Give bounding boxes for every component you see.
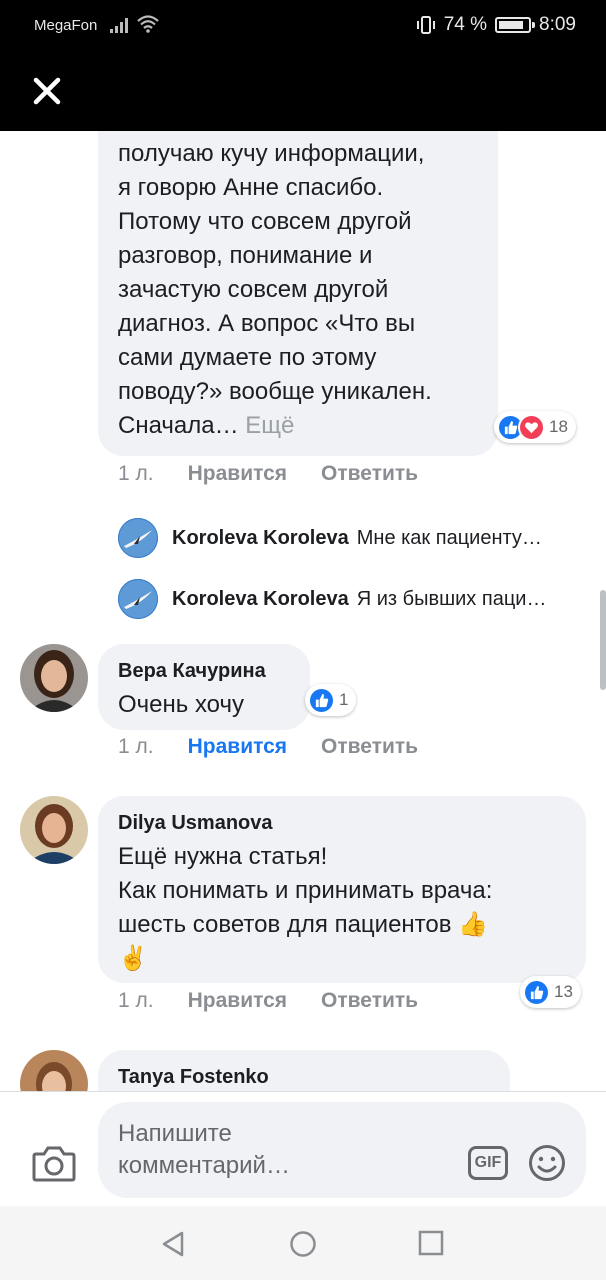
comment-bubble: Dilya Usmanova Ещё нужна статья! Как пон… (98, 796, 586, 983)
avatar (118, 518, 158, 558)
love-reaction-icon (518, 413, 545, 441)
reply-button[interactable]: Ответить (321, 735, 418, 759)
recent-apps-icon[interactable] (418, 1230, 444, 1256)
battery-icon (495, 17, 536, 33)
like-reaction-icon (523, 978, 550, 1006)
close-icon[interactable] (30, 74, 64, 108)
comment-placeholder: Напишите комментарий… (118, 1120, 290, 1179)
reply-button[interactable]: Ответить (321, 462, 418, 486)
system-nav-bar (0, 1206, 606, 1280)
reply-item[interactable]: Koroleva Koroleva Я из бывших паци… (118, 577, 578, 621)
comment-bubble: Tanya Fostenko (98, 1050, 510, 1091)
comment-text: Очень хочу (118, 691, 244, 718)
emoji-icon[interactable] (528, 1144, 566, 1182)
status-right: 74 % 8:09 (416, 14, 576, 36)
reaction-summary[interactable]: 18 (494, 411, 576, 443)
comment-author: Dilya Usmanova (118, 812, 273, 834)
reply-author: Koroleva Koroleva (172, 587, 349, 610)
comment-time: 1 л. (118, 989, 154, 1012)
status-bar: MegaFon 74 % 8:09 (0, 0, 606, 52)
reply-text: Мне как пациенту… (356, 526, 542, 549)
like-button[interactable]: Нравится (188, 735, 287, 759)
comment-bubble: получаю кучу информации, я говорю Анне с… (98, 131, 498, 456)
gif-button[interactable]: GIF (468, 1146, 508, 1180)
vibrate-icon (416, 16, 435, 34)
comment-text: Ещё нужна статья! Как понимать и принима… (118, 843, 493, 972)
avatar (118, 579, 158, 619)
reaction-summary[interactable]: 13 (520, 976, 581, 1008)
home-icon[interactable] (289, 1230, 317, 1258)
reaction-count: 18 (549, 417, 568, 436)
comment-author: Вера Качурина (118, 660, 266, 682)
comment-input[interactable]: Напишите комментарий… GIF (98, 1102, 586, 1198)
avatar[interactable] (20, 796, 88, 864)
comment-bubble: Вера Качурина Очень хочу (98, 644, 310, 730)
like-button[interactable]: Нравится (188, 462, 287, 486)
reply-text: Я из бывших паци… (356, 587, 547, 610)
wifi-icon (137, 15, 159, 33)
signal-icon (110, 18, 128, 33)
see-more-link[interactable]: Ещё (245, 412, 294, 439)
reaction-count: 13 (554, 982, 573, 1001)
comment-actions: 1 л. Нравится Ответить (118, 462, 418, 486)
scrollbar[interactable] (600, 590, 606, 690)
comment-actions: 1 л. Нравится Ответить (118, 735, 418, 759)
comment-time: 1 л. (118, 462, 154, 485)
comment-text: получаю кучу информации, я говорю Анне с… (118, 140, 432, 439)
like-reaction-icon (308, 686, 335, 714)
comment-actions: 1 л. Нравится Ответить (118, 989, 418, 1013)
reaction-summary[interactable]: 1 (305, 684, 357, 716)
carrier-name: MegaFon (34, 17, 98, 34)
comment-author: Tanya Fostenko (118, 1066, 269, 1088)
like-button[interactable]: Нравится (188, 989, 287, 1013)
camera-icon[interactable] (32, 1144, 76, 1182)
comment-composer: Напишите комментарий… GIF (0, 1091, 606, 1206)
avatar[interactable] (20, 1050, 88, 1091)
comment-time: 1 л. (118, 735, 154, 758)
reply-item[interactable]: Koroleva Koroleva Мне как пациенту… (118, 516, 578, 560)
battery-percent: 74 % (443, 14, 488, 35)
top-nav (0, 52, 606, 131)
clock: 8:09 (539, 14, 576, 35)
reaction-count: 1 (339, 690, 349, 709)
avatar[interactable] (20, 644, 88, 712)
comments-feed: получаю кучу информации, я говорю Анне с… (0, 131, 606, 1091)
reply-button[interactable]: Ответить (321, 989, 418, 1013)
reply-author: Koroleva Koroleva (172, 526, 349, 549)
back-icon[interactable] (160, 1230, 188, 1258)
